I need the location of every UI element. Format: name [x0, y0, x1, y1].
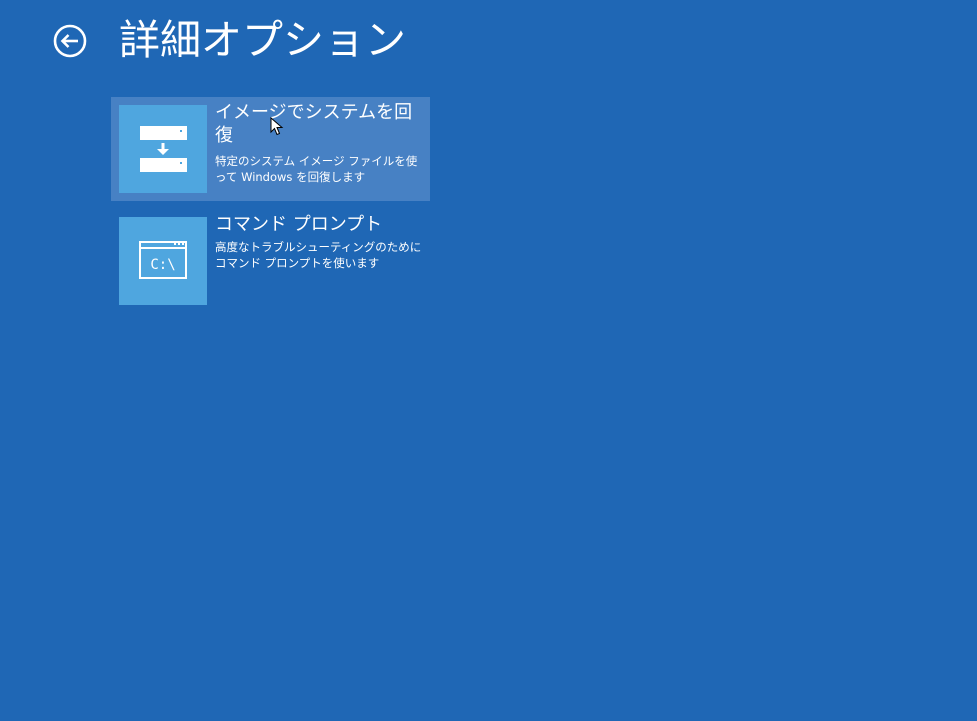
command-prompt-text: コマンド プロンプト 高度なトラブルシューティングのためにコマンド プロンプトを…	[215, 213, 423, 271]
page-title: 詳細オプション	[119, 16, 406, 64]
option-description: 高度なトラブルシューティングのためにコマンド プロンプトを使います	[215, 240, 422, 270]
system-image-recovery-text: イメージでシステムを回復 特定のシステム イメージ ファイルを使って Windo…	[215, 101, 423, 185]
option-list: イメージでシステムを回復 特定のシステム イメージ ファイルを使って Windo…	[111, 97, 430, 321]
system-image-recovery-icon-tile	[119, 105, 207, 193]
command-prompt-icon-tile: C:\	[119, 217, 207, 305]
command-prompt-icon-text: C:\	[150, 257, 175, 273]
command-prompt-option[interactable]: C:\ コマンド プロンプト 高度なトラブルシューティングのためにコマンド プロ…	[111, 209, 430, 313]
command-prompt-icon: C:\	[139, 241, 187, 279]
option-description: 特定のシステム イメージ ファイルを使って Windows を回復します	[215, 154, 418, 184]
system-image-recovery-icon	[140, 126, 187, 172]
option-title: イメージでシステムを回復	[215, 102, 413, 146]
option-title: コマンド プロンプト	[215, 214, 383, 235]
back-arrow-circle-icon	[53, 24, 87, 58]
back-button[interactable]	[53, 24, 87, 58]
system-image-recovery-option[interactable]: イメージでシステムを回復 特定のシステム イメージ ファイルを使って Windo…	[111, 97, 430, 201]
